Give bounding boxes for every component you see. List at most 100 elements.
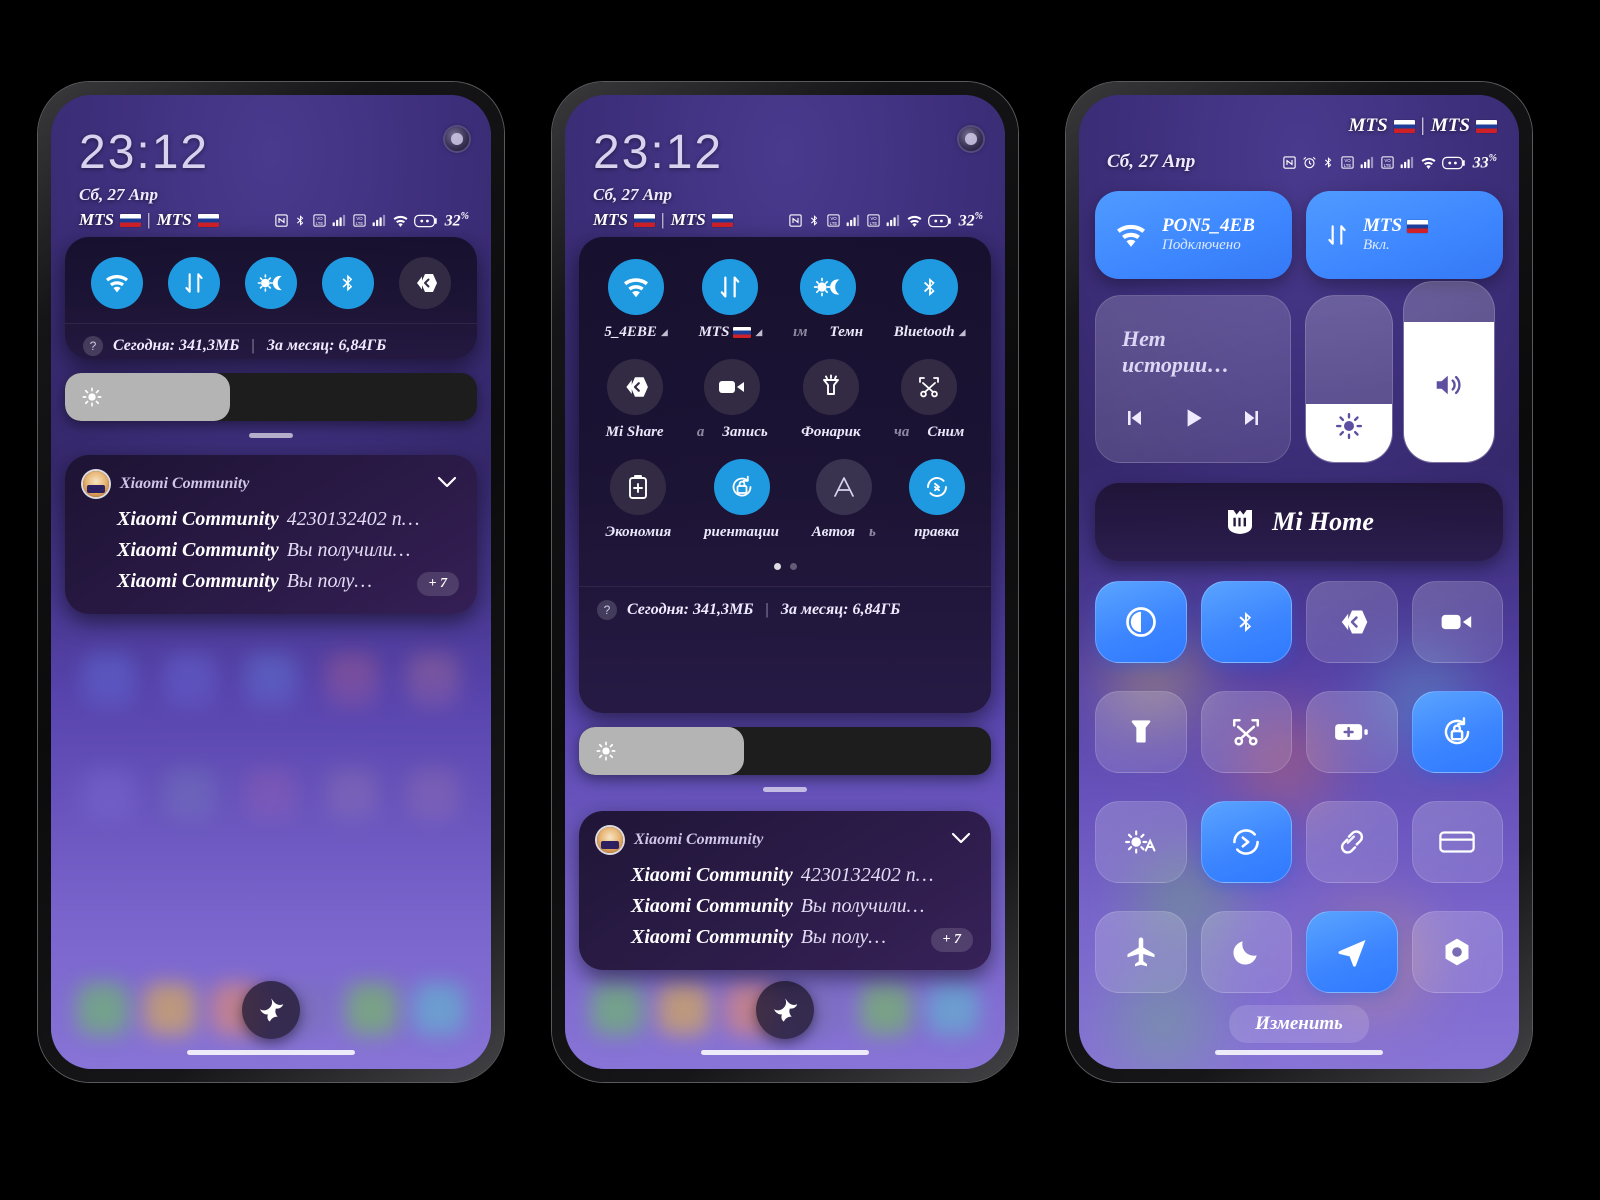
wifi-tile[interactable]: PON5_4EB Подключено: [1095, 191, 1292, 279]
toggle-camera-settings[interactable]: [1411, 911, 1503, 993]
volume-slider[interactable]: [1403, 281, 1495, 463]
bluetooth-icon: [901, 259, 958, 315]
notification-line-body: Вы получили…: [286, 539, 411, 561]
quick-toggle-screenshot[interactable]: ча Сним: [894, 359, 964, 441]
qs-page-dots[interactable]: [579, 563, 991, 570]
toggle-dark-mode[interactable]: [1095, 581, 1187, 663]
notification-group[interactable]: Xiaomi Community Xiaomi Community 423013…: [65, 455, 477, 614]
russia-flag-icon-1: [633, 213, 655, 227]
svg-text:LTE: LTE: [315, 221, 323, 226]
toggle-wallet[interactable]: [1411, 801, 1503, 883]
bluetooth-icon: [296, 215, 303, 227]
skip-next-icon[interactable]: [1240, 406, 1264, 430]
play-icon[interactable]: [1180, 404, 1206, 432]
quick-toggle-wifi[interactable]: [91, 257, 144, 309]
toggle-screenshot[interactable]: [1200, 691, 1292, 773]
home-indicator[interactable]: [701, 1050, 869, 1055]
toggle-bluetooth[interactable]: [1200, 581, 1292, 663]
data-usage-row[interactable]: ? Сегодня: 341,3МБ | За месяц: 6,84ГБ: [65, 323, 477, 367]
quick-toggle-bluetooth[interactable]: [321, 257, 374, 309]
toggle-screen-record[interactable]: [1411, 581, 1503, 663]
help-icon: ?: [83, 335, 103, 356]
quick-toggle-flashlight[interactable]: Фонарик: [801, 359, 861, 441]
mobile-data-tile[interactable]: MTS Вкл.: [1306, 191, 1503, 279]
quick-toggle-label: Фонарик: [801, 424, 861, 440]
home-indicator[interactable]: [187, 1050, 355, 1055]
assistant-button[interactable]: [756, 981, 814, 1039]
data-month-label: За месяц: 6,84ГБ: [266, 336, 387, 354]
svg-text:VO: VO: [1384, 158, 1391, 163]
brightness-slider[interactable]: [65, 373, 477, 421]
russia-flag-icon-2: [197, 213, 219, 227]
quick-toggle-mobile-data[interactable]: MTS ◢: [699, 259, 762, 341]
signal-sim1-icon: [332, 215, 345, 227]
brightness-slider[interactable]: [1305, 295, 1393, 463]
quick-toggle-bluetooth[interactable]: Bluetooth ◢: [894, 259, 966, 341]
volte-sim2-icon: VOLTE: [1381, 156, 1394, 169]
quick-toggle-font-size[interactable]: Автоя ь: [812, 459, 876, 541]
quick-toggle-row-2: Mi Share а Запись Фонарик ча Сним: [579, 341, 991, 441]
chevron-down-icon[interactable]: [949, 830, 973, 851]
quick-toggle-label: ıм Темн: [793, 324, 864, 340]
assistant-button[interactable]: [242, 981, 300, 1039]
toggle-location[interactable]: [1306, 911, 1398, 993]
panel-drag-handle[interactable]: [763, 787, 807, 792]
toggle-battery-saver[interactable]: [1306, 691, 1398, 773]
quick-toggle-dark-mode[interactable]: ıм Темн: [793, 259, 863, 341]
volume-icon: [1436, 375, 1461, 395]
russia-flag-icon: [733, 327, 752, 338]
toggle-flashlight[interactable]: [1095, 691, 1187, 773]
data-usage-row[interactable]: ? Сегодня: 341,3МБ | За месяц: 6,84ГБ: [579, 586, 991, 632]
status-date: Сб, 27 Апр: [1107, 151, 1196, 172]
quick-toggle-screen-record[interactable]: а Запись: [697, 359, 768, 441]
navigation-icon: [1338, 940, 1366, 967]
dark-mode-icon: [244, 257, 297, 309]
toggle-auto-brightness[interactable]: [1095, 801, 1187, 883]
signal-sim2-icon: [372, 215, 385, 227]
bluetooth-icon: [1239, 612, 1252, 632]
quick-toggle-wifi[interactable]: 5_4EBE ◢: [604, 259, 668, 341]
mi-share-icon: [398, 257, 451, 309]
battery-percent-label: 32%: [958, 211, 983, 230]
skip-previous-icon[interactable]: [1122, 406, 1146, 430]
toggle-airplane-mode[interactable]: [1095, 911, 1187, 993]
qs-page-dot-2[interactable]: [789, 563, 797, 570]
chevron-icon: ◢: [660, 327, 668, 337]
quick-toggle-mobile-data[interactable]: [168, 257, 221, 309]
edit-button[interactable]: Изменить: [1229, 1005, 1369, 1043]
media-player-card[interactable]: Нет истории…: [1095, 295, 1291, 463]
home-indicator[interactable]: [1215, 1050, 1383, 1055]
quick-toggle-mi-share[interactable]: [398, 257, 451, 309]
card-icon: [1439, 831, 1476, 853]
mobile-data-icon: [1328, 225, 1346, 245]
data-separator: |: [251, 336, 255, 354]
quick-toggle-label: ча Сним: [893, 424, 965, 440]
quick-toggle-battery-saver[interactable]: Экономия: [605, 459, 671, 541]
notification-more-badge[interactable]: + 7: [930, 928, 973, 952]
toggle-do-not-disturb[interactable]: [1200, 911, 1292, 993]
toggle-mi-share[interactable]: [1306, 581, 1398, 663]
mi-home-button[interactable]: Mi Home: [1095, 483, 1503, 561]
xiaomi-community-app-icon: [83, 471, 109, 497]
notification-line: Xiaomi Community Вы получили…: [597, 895, 973, 918]
brightness-slider[interactable]: [579, 727, 991, 775]
phone-2-frame: 23:12 Сб, 27 Апр MTS | MTS VO LTE VO LTE 3…: [552, 82, 1018, 1082]
chevron-down-icon[interactable]: [435, 474, 459, 495]
notification-more-badge[interactable]: + 7: [416, 572, 459, 596]
svg-text:VO: VO: [356, 216, 363, 221]
toggle-sync[interactable]: [1200, 801, 1292, 883]
dark-mode-icon: [800, 259, 857, 315]
quick-toggle-auto-rotate[interactable]: риентации: [704, 459, 779, 541]
quick-toggle-dark-mode[interactable]: [244, 257, 297, 309]
toggle-cast-link[interactable]: [1306, 801, 1398, 883]
quick-toggle-sync[interactable]: правка: [908, 459, 965, 541]
notification-header: Xiaomi Community: [83, 471, 459, 497]
wifi-icon: [91, 257, 144, 309]
toggle-auto-rotate-lock[interactable]: [1411, 691, 1503, 773]
quick-toggle-mi-share[interactable]: Mi Share: [606, 359, 664, 441]
notification-group[interactable]: Xiaomi Community Xiaomi Community 423013…: [579, 811, 991, 970]
panel-drag-handle[interactable]: [249, 433, 293, 438]
qs-page-dot-1[interactable]: [773, 563, 781, 570]
quick-toggle-label: Bluetooth ◢: [893, 324, 966, 340]
svg-text:LTE: LTE: [355, 221, 363, 226]
